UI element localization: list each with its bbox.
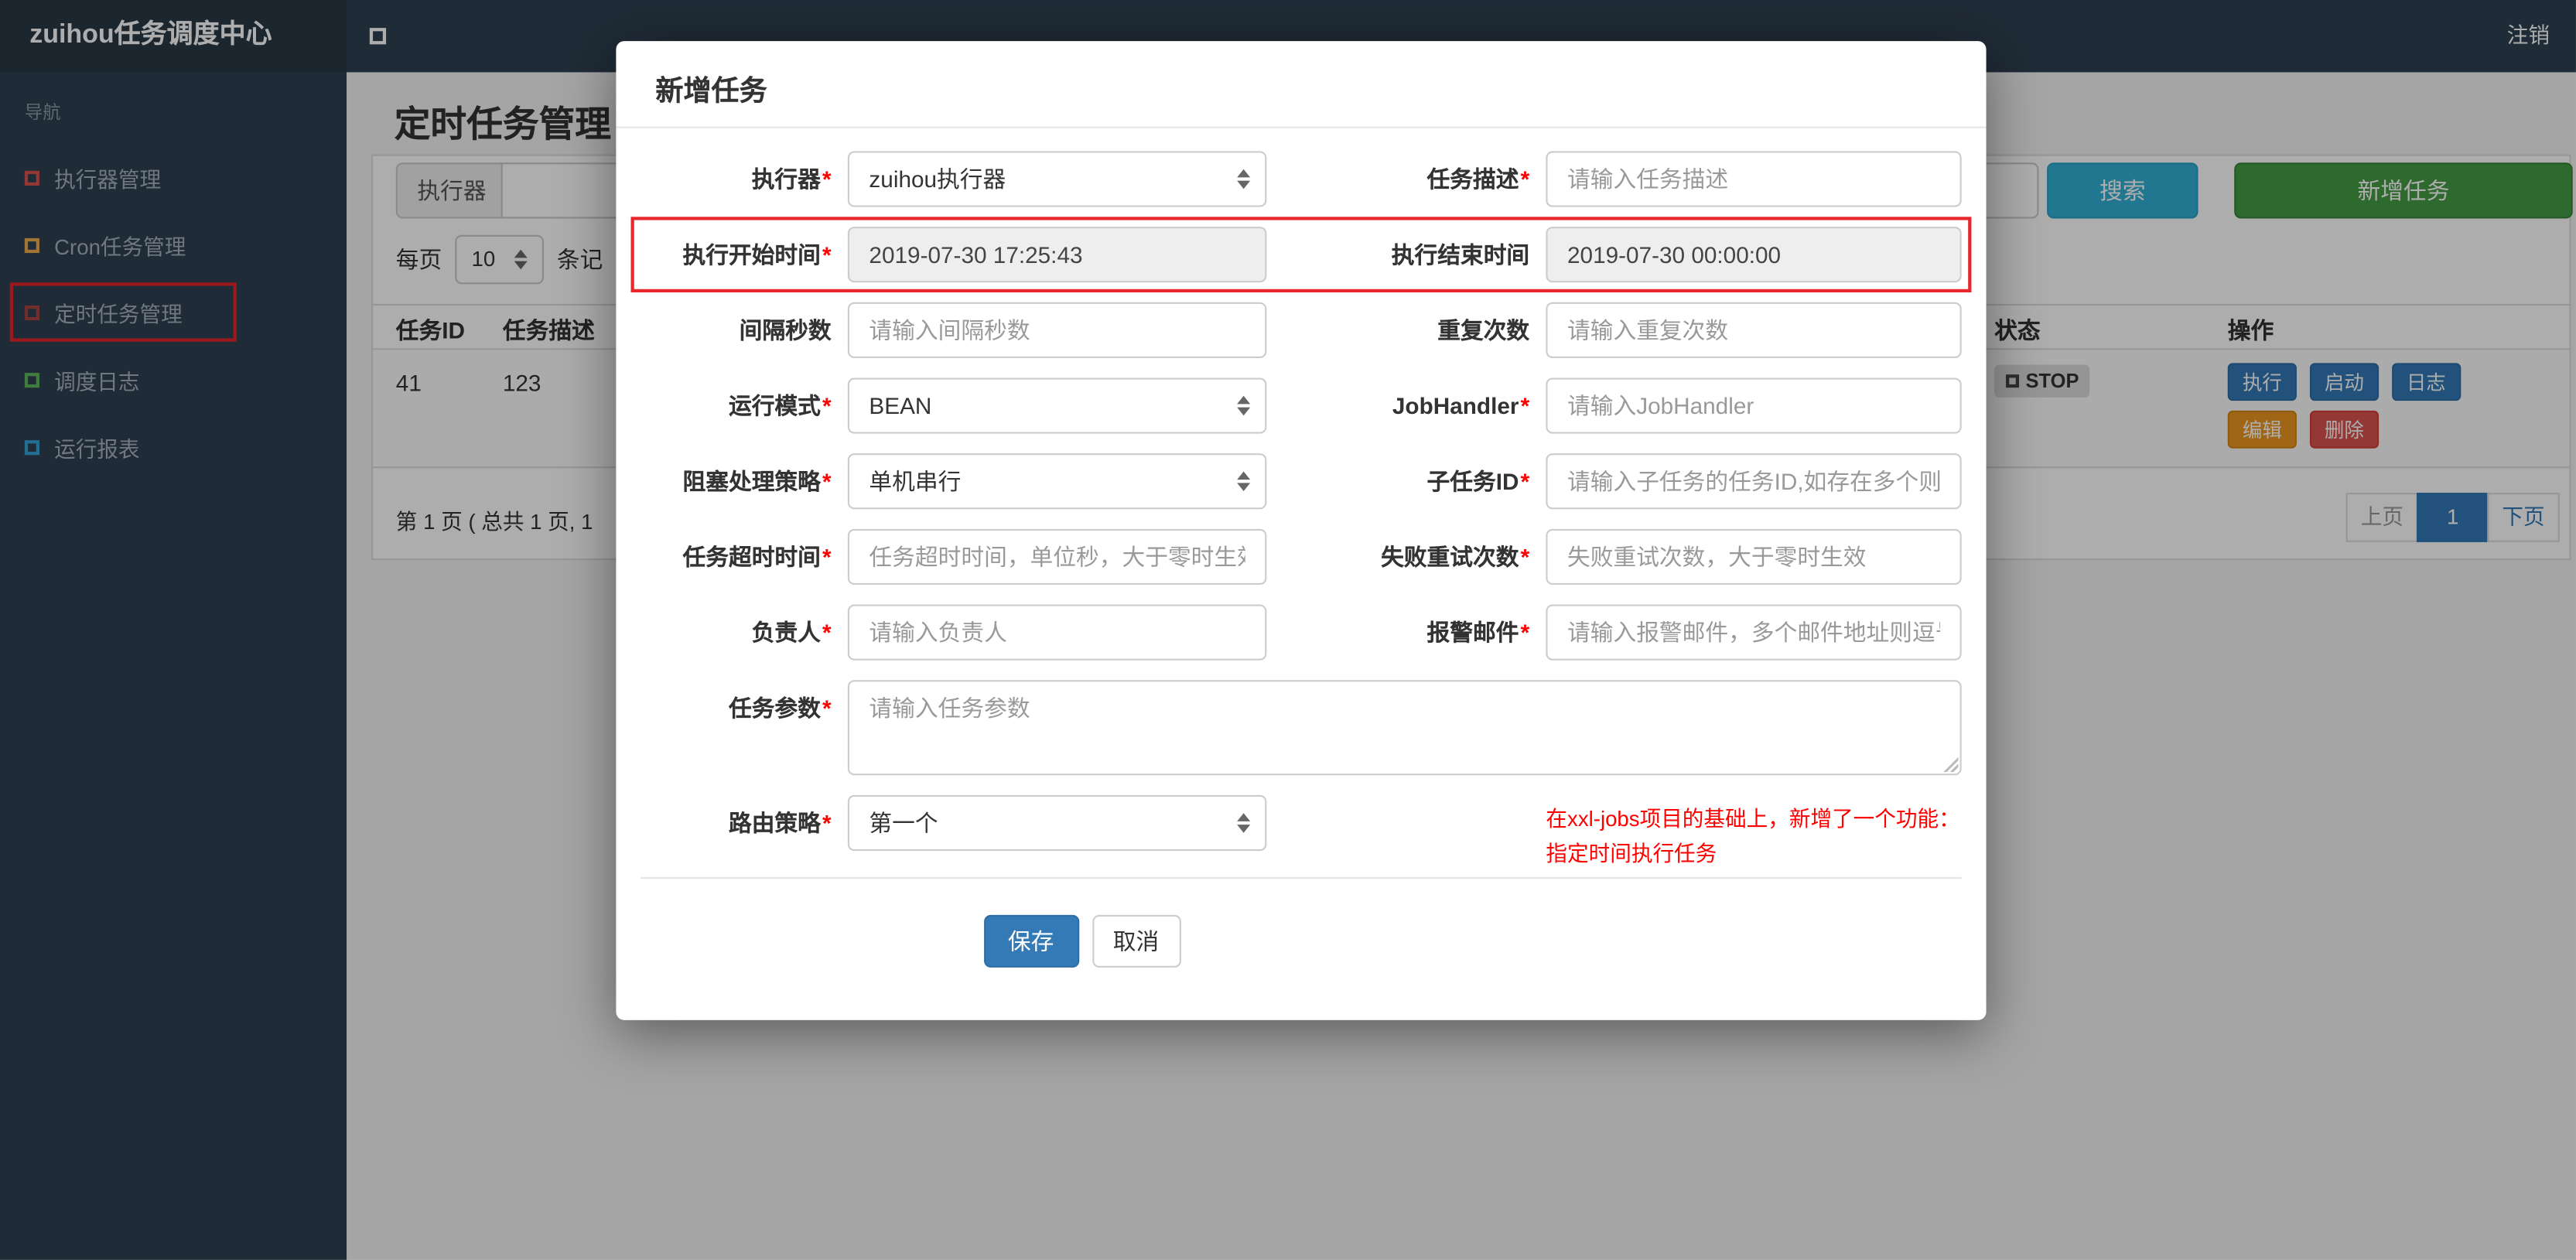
required-asterisk: * (822, 695, 832, 722)
retry-label: 失败重试次数 * (1381, 543, 1530, 570)
child-job-input[interactable] (1546, 453, 1962, 510)
form-row-executor: 执行器 * zuihou执行器 任务描述 * (641, 151, 1962, 207)
job-handler-label: JobHandler * (1392, 392, 1530, 419)
feature-note-line1: 在xxl-jobs项目的基础上，新增了一个功能： (1546, 806, 1960, 831)
alarm-email-input[interactable] (1546, 604, 1962, 661)
required-asterisk: * (822, 468, 832, 495)
alarm-email-label: 报警邮件 * (1426, 619, 1530, 646)
job-desc-input[interactable] (1546, 151, 1962, 207)
select-arrows-icon (1237, 813, 1251, 833)
save-button[interactable]: 保存 (983, 914, 1079, 968)
required-asterisk: * (822, 619, 832, 646)
form-row-interval: 间隔秒数 重复次数 (641, 302, 1962, 358)
interval-input[interactable] (847, 302, 1267, 358)
job-handler-input[interactable] (1546, 377, 1962, 434)
start-time-label: 执行开始时间 * (682, 241, 832, 268)
feature-note: 在xxl-jobs项目的基础上，新增了一个功能： 指定时间执行任务 (1546, 795, 1961, 866)
app-viewport: zuihou任务调度中心 注销 导航 执行器管理 Cron任务管理 定时任务管理… (0, 0, 2576, 1260)
block-strategy-select[interactable]: 单机串行 (847, 453, 1267, 510)
form-row-timeout: 任务超时时间* 失败重试次数* (641, 528, 1962, 586)
child-job-label: 子任务ID * (1426, 468, 1530, 495)
feature-note-line2: 指定时间执行任务 (1546, 841, 1717, 866)
job-desc-label: 任务描述 * (1426, 166, 1530, 193)
executor-select[interactable]: zuihou执行器 (847, 151, 1267, 207)
select-arrows-icon (1237, 169, 1251, 190)
required-asterisk: * (1520, 619, 1530, 646)
form-row-glue-type: 运行模式 * BEAN JobHandler * (641, 377, 1962, 434)
retry-input[interactable] (1546, 528, 1962, 586)
modal-title: 新增任务 (655, 75, 767, 108)
timeout-label: 任务超时时间 * (682, 543, 832, 570)
repeat-count-label: 重复次数 (1437, 316, 1530, 343)
modal-footer: 保存 取消 (641, 877, 1962, 968)
job-param-label: 任务参数 * (728, 695, 832, 722)
modal-body: 执行器* zuihou执行器 任务描述* 执行开始时间* (616, 128, 1986, 968)
owner-label: 负责人 * (751, 619, 832, 646)
form-row-exec-time: 执行开始时间* 执行结束时间 (630, 217, 1972, 293)
interval-label: 间隔秒数 (739, 316, 832, 343)
glue-type-select[interactable]: BEAN (847, 377, 1267, 434)
required-asterisk: * (822, 809, 832, 836)
timeout-input[interactable] (847, 528, 1267, 586)
required-asterisk: * (822, 392, 832, 419)
modal-header: 新增任务 (616, 41, 1987, 128)
block-strategy-label: 阻塞处理策略 * (682, 468, 832, 495)
required-asterisk: * (1520, 392, 1530, 419)
required-asterisk: * (822, 543, 832, 570)
required-asterisk: * (1520, 468, 1530, 495)
glue-type-label: 运行模式 * (728, 392, 832, 419)
executor-label: 执行器 * (751, 166, 832, 193)
route-strategy-select[interactable]: 第一个 (847, 794, 1267, 852)
required-asterisk: * (822, 166, 832, 193)
required-asterisk: * (822, 241, 832, 268)
end-time-input[interactable] (1546, 227, 1962, 283)
owner-input[interactable] (847, 604, 1267, 661)
select-arrows-icon (1237, 471, 1251, 491)
cancel-button[interactable]: 取消 (1092, 914, 1180, 968)
form-row-owner: 负责人* 报警邮件* (641, 604, 1962, 661)
form-row-block-strategy: 阻塞处理策略 * 单机串行 子任务ID * (641, 453, 1962, 510)
select-arrows-icon (1237, 395, 1251, 416)
required-asterisk: * (1520, 166, 1530, 193)
form-row-route-strategy: 路由策略 * 第一个 在xxl-jobs项目的基础上，新增了一个功能： 指定时间执… (641, 794, 1961, 866)
resize-grip-icon[interactable] (1942, 755, 1959, 773)
add-task-modal: 新增任务 执行器 * zuihou执行器 任务描述 * 请输入任务描述 执行开始… (616, 41, 1987, 1020)
form-row-job-param: 任务参数 * (641, 680, 1962, 776)
end-time-label: 执行结束时间 (1391, 241, 1530, 268)
route-strategy-label: 路由策略 * (728, 809, 832, 836)
required-asterisk: * (1520, 543, 1530, 570)
start-time-input[interactable] (847, 227, 1267, 283)
job-param-textarea[interactable] (847, 680, 1962, 776)
repeat-count-input[interactable] (1546, 302, 1962, 358)
